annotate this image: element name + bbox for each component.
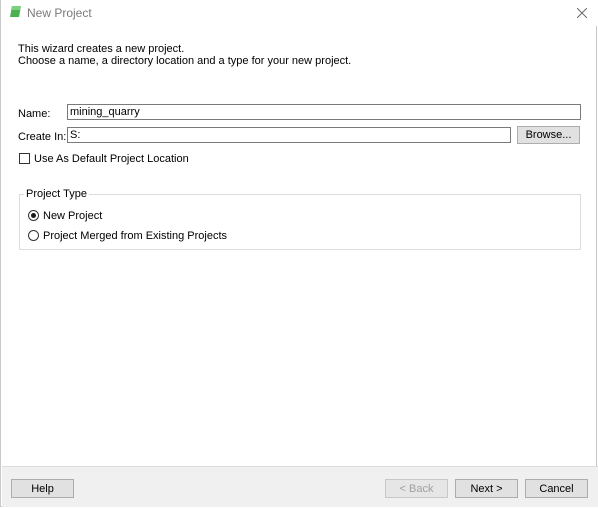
title-bar: New Project: [1, 0, 598, 26]
help-button[interactable]: Help: [11, 479, 74, 498]
name-input[interactable]: [67, 104, 581, 120]
description-line-2: Choose a name, a directory location and …: [18, 55, 352, 67]
description-line-1: This wizard creates a new project.: [18, 43, 185, 55]
next-button[interactable]: Next >: [455, 479, 518, 498]
project-type-title: Project Type: [24, 188, 89, 200]
cancel-button[interactable]: Cancel: [525, 479, 588, 498]
create-in-input[interactable]: [67, 127, 511, 143]
close-icon: [577, 8, 587, 18]
default-location-label: Use As Default Project Location: [34, 153, 189, 165]
radio-selected-dot: [31, 213, 36, 218]
window-title: New Project: [27, 6, 92, 20]
close-button[interactable]: [565, 0, 598, 26]
create-in-label: Create In:: [18, 131, 67, 143]
browse-button[interactable]: Browse...: [517, 126, 580, 144]
new-project-dialog: New Project This wizard creates a new pr…: [0, 0, 598, 507]
wizard-description: This wizard creates a new project. Choos…: [18, 43, 351, 67]
default-location-checkbox[interactable]: [19, 153, 30, 164]
radio-merged-project[interactable]: [28, 230, 39, 241]
app-icon: [10, 6, 21, 17]
radio-merged-project-label: Project Merged from Existing Projects: [43, 230, 228, 242]
radio-new-project-label: New Project: [43, 210, 103, 222]
back-button[interactable]: < Back: [385, 479, 448, 498]
radio-new-project[interactable]: [28, 210, 39, 221]
name-label: Name:: [18, 108, 51, 120]
